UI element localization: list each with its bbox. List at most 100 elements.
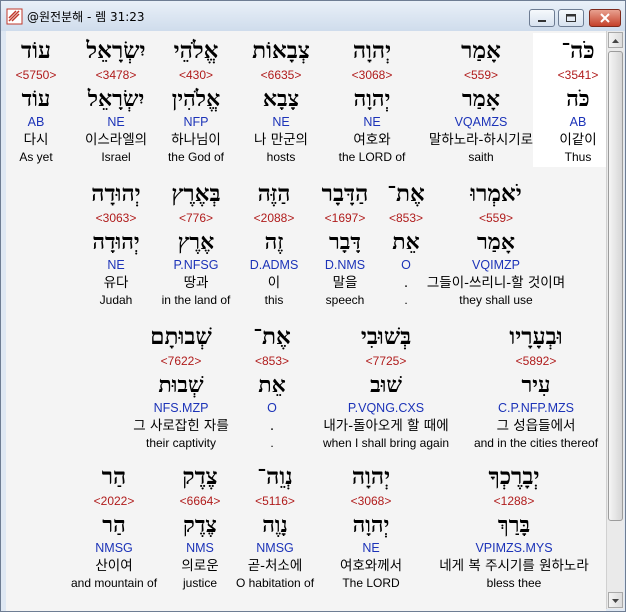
strong-number: <2088> [253,211,295,225]
hebrew-word: יְהוָה [351,463,391,490]
strong-number: <559> [478,211,514,225]
english-gloss: and in the cities thereof [473,436,599,450]
hebrew-lemma: יְהוּדָה [92,229,140,255]
strong-number: <853> [254,354,290,368]
hebrew-lemma: שְׁבוּת [158,372,204,398]
english-gloss: Judah [99,293,133,307]
hebrew-word: בְּשׁוּבִי [360,323,412,350]
hebrew-word: יְבָרֶכְךָ [488,463,540,490]
word-block[interactable]: אָמַר <559> אָמַר VQAMZS 말하노라-하시기로 saith [429,33,533,167]
hebrew-lemma: אָמַר [462,86,500,112]
minimize-icon [538,20,546,22]
word-block[interactable]: שְׁבוּתָם <7622> שְׁבוּת NFS.MZP 그 사로잡힌 자를 th… [133,319,229,453]
maximize-icon [566,14,576,22]
hebrew-lemma: הַר [102,512,126,538]
hebrew-lemma: אָמַר [477,229,515,255]
close-icon [600,13,610,23]
vertical-scrollbar[interactable] [606,31,624,609]
morphology-code: C.P.NFP.MZS [498,401,574,415]
morphology-code: NMSG [95,541,133,555]
hebrew-lemma: אֶרֶץ [177,229,215,255]
hebrew-word: יְהוָה [352,37,392,64]
morphology-code: NFS.MZP [153,401,209,415]
hebrew-word: צֶדֶק [182,463,218,490]
hebrew-word: אֱלֹהֵי [173,37,219,64]
strong-number: <5750> [15,68,57,82]
hebrew-word: שְׁבוּתָם [150,323,212,350]
minimize-button[interactable] [529,9,555,27]
hebrew-word: אֶת־ [253,323,291,350]
morphology-code: P.VQNG.CXS [347,401,425,415]
korean-gloss: 산이여 [95,558,133,574]
hebrew-word: צְבָאוֹת [252,37,310,64]
morphology-code: AB [27,115,45,129]
morphology-code: NE [107,258,125,272]
strong-number: <2022> [93,494,135,508]
korean-gloss: 다시 [23,132,49,148]
english-gloss: their captivity [145,436,217,450]
korean-gloss: 그 성읍들에서 [496,418,576,434]
interlinear-panel: כֹּה־ <3541> כֹּה AB 이같이 Thus אָמַר <559> אָמַר V… [6,31,606,611]
close-button[interactable] [589,9,621,27]
scrollbar-thumb[interactable] [608,51,623,521]
word-block[interactable]: עוֹד <5750> עוֹד AB 다시 As yet [6,33,81,167]
strong-number: <776> [178,211,214,225]
strong-number: <7725> [365,354,407,368]
hebrew-lemma: עִיר [521,372,551,398]
hebrew-word: אָמַר [461,37,501,64]
hebrew-lemma: אֱלֹהִין [171,86,221,112]
hebrew-word: וּבְעָרָיו [509,323,563,350]
strong-number: <5892> [515,354,557,368]
hebrew-word: יֹאמְרוּ [470,180,522,207]
hebrew-lemma: עוֹד [21,86,51,112]
hebrew-word: הַזֶּה [257,180,291,207]
scroll-down-button[interactable] [608,592,623,608]
window-title: @원전분해 - 렘 31:23 [27,10,145,24]
hebrew-lemma: בָּרַךְ [497,512,531,538]
hebrew-lemma: צָבָא [262,86,300,112]
strong-number: <3068> [351,68,393,82]
strong-number: <6635> [260,68,302,82]
hebrew-lemma: יְהוָה [353,86,391,112]
strong-number: <3478> [95,68,137,82]
app-icon [6,8,23,25]
word-block[interactable]: יְהוּדָה <3063> יְהוּדָה NE 유다 Judah [71,176,161,310]
strong-number: <1288> [493,494,535,508]
hebrew-lemma: אֵת [258,372,286,398]
hebrew-lemma: צֶדֶק [183,512,217,538]
strong-number: <559> [463,68,499,82]
app-window: @원전분해 - 렘 31:23 כֹּה־ <3541> כֹּה AB 이같이 Thus… [0,0,626,612]
strong-number: <430> [178,68,214,82]
hebrew-lemma: שׁוּב [370,372,402,398]
strong-number: <7622> [160,354,202,368]
english-gloss: and mountain of [70,576,158,590]
word-block[interactable]: וּבְעָרָיו <5892> עִיר C.P.NFP.MZS 그 성읍들에서 an… [474,319,598,453]
hebrew-lemma: יִשְׂרָאֵל [87,86,145,112]
chevron-down-icon [612,599,619,603]
hebrew-word: עוֹד [21,37,51,64]
chevron-up-icon [612,39,619,43]
strong-number: <3541> [557,68,599,82]
title-bar[interactable]: @원전분해 - 렘 31:23 [1,1,625,31]
word-block[interactable]: הַר <2022> הַר NMSG 산이여 and mountain of [69,459,159,593]
english-gloss: bless thee [486,576,542,590]
hebrew-lemma: זֶה [264,229,284,255]
hebrew-word: כֹּה־ [561,37,595,64]
word-block[interactable]: יְבָרֶכְךָ <1288> בָּרַךְ VPIMZS.MYS 네게 복 주시… [439,459,589,593]
strong-number: <6664> [179,494,221,508]
english-gloss: As yet [19,150,53,164]
hebrew-word: הַר [101,463,127,490]
word-block[interactable]: בְּשׁוּבִי <7725> שׁוּב P.VQNG.CXS 내가-돌아오게 할… [323,319,449,453]
hebrew-lemma: יְהוָה [352,512,390,538]
hebrew-word: יִשְׂרָאֵל [86,37,146,64]
korean-gloss: 그 사로잡힌 자를 [133,418,229,434]
morphology-code: VPIMZS.MYS [475,541,553,555]
korean-gloss: 유다 [103,275,129,291]
hebrew-word: יְהוּדָה [91,180,141,207]
maximize-button[interactable] [558,9,584,27]
scroll-up-button[interactable] [608,32,623,48]
strong-number: <3063> [95,211,137,225]
hebrew-word: בְּאֶרֶץ [171,180,221,207]
hebrew-lemma: כֹּה [566,86,590,112]
korean-gloss: 네게 복 주시기를 원하노라 [439,558,589,574]
